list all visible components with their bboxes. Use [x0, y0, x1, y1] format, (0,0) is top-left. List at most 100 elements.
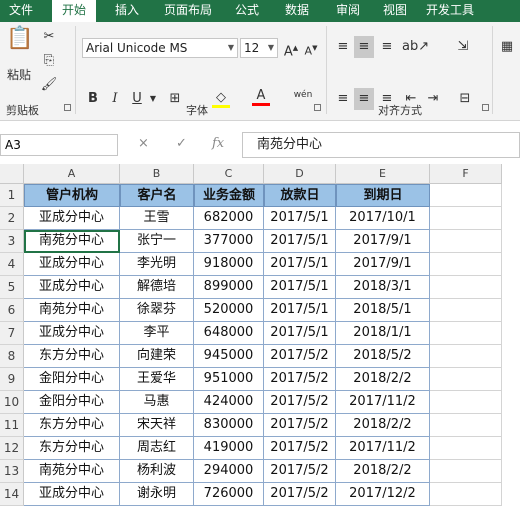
- table-cell[interactable]: 亚成分中心: [24, 322, 120, 345]
- table-header-cell[interactable]: 到期日: [336, 184, 430, 207]
- empty-cell[interactable]: [430, 207, 502, 230]
- row-header-11[interactable]: 11: [0, 414, 24, 437]
- border-icon[interactable]: ⊞: [166, 90, 184, 108]
- table-cell[interactable]: 徐翠芬: [120, 299, 194, 322]
- table-cell[interactable]: 2017/11/2: [336, 437, 430, 460]
- font-color-button[interactable]: A: [252, 88, 270, 106]
- alignment-launcher-icon[interactable]: [482, 104, 489, 111]
- table-cell[interactable]: 2018/2/2: [336, 460, 430, 483]
- table-cell[interactable]: 830000: [194, 414, 264, 437]
- table-cell[interactable]: 亚成分中心: [24, 276, 120, 299]
- decrease-font-icon[interactable]: A▼: [302, 39, 320, 61]
- merge-center-icon[interactable]: ⊟: [456, 90, 474, 108]
- row-header-9[interactable]: 9: [0, 368, 24, 391]
- table-cell[interactable]: 谢永明: [120, 483, 194, 506]
- table-cell[interactable]: 东方分中心: [24, 414, 120, 437]
- table-cell[interactable]: 918000: [194, 253, 264, 276]
- font-size-combo[interactable]: 12 ▼: [240, 38, 278, 58]
- table-cell[interactable]: 南苑分中心: [24, 299, 120, 322]
- table-cell[interactable]: 2017/5/2: [264, 345, 336, 368]
- table-cell[interactable]: 2017/12/2: [336, 483, 430, 506]
- underline-dropdown-icon[interactable]: ▼: [148, 90, 158, 108]
- empty-cell[interactable]: [430, 322, 502, 345]
- table-cell[interactable]: 2017/5/1: [264, 276, 336, 299]
- empty-cell[interactable]: [430, 230, 502, 253]
- bold-button[interactable]: B: [84, 90, 102, 108]
- enter-icon[interactable]: ✓: [176, 136, 187, 151]
- row-header-10[interactable]: 10: [0, 391, 24, 414]
- empty-cell[interactable]: [430, 299, 502, 322]
- table-cell[interactable]: 2018/2/2: [336, 368, 430, 391]
- tab-7[interactable]: 视图: [374, 0, 416, 22]
- empty-cell[interactable]: [430, 483, 502, 506]
- row-header-14[interactable]: 14: [0, 483, 24, 506]
- table-cell[interactable]: 2017/5/1: [264, 322, 336, 345]
- cancel-icon[interactable]: ×: [138, 136, 149, 151]
- column-header-D[interactable]: D: [264, 164, 336, 184]
- row-header-7[interactable]: 7: [0, 322, 24, 345]
- table-cell[interactable]: 2018/5/2: [336, 345, 430, 368]
- table-header-cell[interactable]: 管户机构: [24, 184, 120, 207]
- formula-input[interactable]: 南苑分中心: [242, 132, 520, 158]
- table-cell[interactable]: 2017/10/1: [336, 207, 430, 230]
- table-cell[interactable]: 金阳分中心: [24, 368, 120, 391]
- tab-4[interactable]: 公式: [224, 0, 270, 22]
- cut-icon[interactable]: ✂: [40, 28, 58, 46]
- table-cell[interactable]: 2017/5/2: [264, 460, 336, 483]
- table-cell[interactable]: 亚成分中心: [24, 483, 120, 506]
- wrap-text-icon[interactable]: ⇲: [454, 38, 472, 56]
- align-center-icon[interactable]: ≡: [354, 88, 374, 110]
- tab-6[interactable]: 审阅: [326, 0, 370, 22]
- font-name-combo[interactable]: Arial Unicode MS ▼: [82, 38, 238, 58]
- table-cell[interactable]: 2018/2/2: [336, 414, 430, 437]
- table-cell[interactable]: 2017/11/2: [336, 391, 430, 414]
- select-all-corner[interactable]: [0, 164, 24, 184]
- fill-color-icon[interactable]: ◇: [212, 90, 230, 108]
- table-cell[interactable]: 2018/3/1: [336, 276, 430, 299]
- underline-button[interactable]: U: [128, 90, 146, 108]
- table-cell[interactable]: 945000: [194, 345, 264, 368]
- row-header-1[interactable]: 1: [0, 184, 24, 207]
- italic-button[interactable]: I: [106, 90, 124, 108]
- tab-3[interactable]: 页面布局: [156, 0, 220, 22]
- align-left-icon[interactable]: ≡: [334, 90, 352, 108]
- table-cell[interactable]: 东方分中心: [24, 437, 120, 460]
- table-cell[interactable]: 2017/9/1: [336, 230, 430, 253]
- table-cell[interactable]: 951000: [194, 368, 264, 391]
- table-cell[interactable]: 南苑分中心: [24, 230, 120, 253]
- empty-cell[interactable]: [430, 437, 502, 460]
- tab-2[interactable]: 插入: [104, 0, 150, 22]
- column-header-B[interactable]: B: [120, 164, 194, 184]
- table-cell[interactable]: 2017/9/1: [336, 253, 430, 276]
- orientation-icon[interactable]: ab↗: [402, 38, 429, 56]
- clipboard-launcher-icon[interactable]: [64, 104, 71, 111]
- table-cell[interactable]: 520000: [194, 299, 264, 322]
- table-cell[interactable]: 金阳分中心: [24, 391, 120, 414]
- table-cell[interactable]: 377000: [194, 230, 264, 253]
- empty-cell[interactable]: [430, 276, 502, 299]
- empty-cell[interactable]: [430, 368, 502, 391]
- table-cell[interactable]: 马惠: [120, 391, 194, 414]
- paste-label[interactable]: 粘贴: [2, 66, 36, 84]
- table-cell[interactable]: 2017/5/1: [264, 299, 336, 322]
- table-cell[interactable]: 向建荣: [120, 345, 194, 368]
- table-cell[interactable]: 王雪: [120, 207, 194, 230]
- row-header-2[interactable]: 2: [0, 207, 24, 230]
- number-format-icon[interactable]: ▦: [498, 38, 516, 56]
- empty-cell[interactable]: [430, 460, 502, 483]
- table-cell[interactable]: 解德培: [120, 276, 194, 299]
- column-header-C[interactable]: C: [194, 164, 264, 184]
- table-cell[interactable]: 726000: [194, 483, 264, 506]
- tab-1[interactable]: 开始: [52, 0, 96, 22]
- table-cell[interactable]: 419000: [194, 437, 264, 460]
- table-cell[interactable]: 424000: [194, 391, 264, 414]
- table-cell[interactable]: 2017/5/1: [264, 253, 336, 276]
- row-header-4[interactable]: 4: [0, 253, 24, 276]
- table-header-cell[interactable]: 业务金额: [194, 184, 264, 207]
- row-header-8[interactable]: 8: [0, 345, 24, 368]
- table-cell[interactable]: 亚成分中心: [24, 207, 120, 230]
- table-cell[interactable]: 东方分中心: [24, 345, 120, 368]
- phonetic-button[interactable]: wén: [290, 86, 316, 104]
- column-header-E[interactable]: E: [336, 164, 430, 184]
- copy-icon[interactable]: ⎘: [40, 52, 58, 70]
